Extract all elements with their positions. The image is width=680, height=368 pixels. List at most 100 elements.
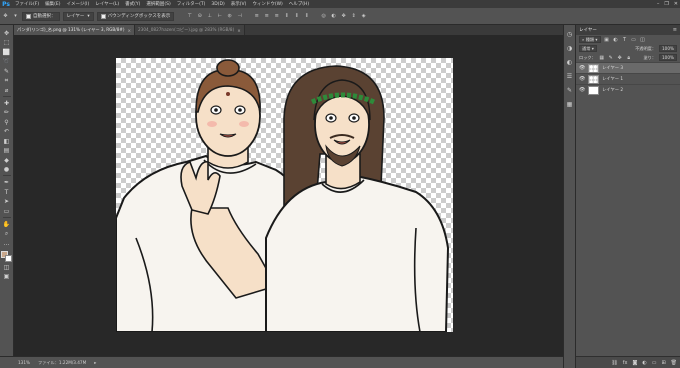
zoom-level[interactable]: 131% bbox=[18, 360, 30, 365]
pen-tool-icon[interactable]: ✒ bbox=[2, 179, 11, 187]
lock-transparency-icon[interactable]: ▦ bbox=[599, 55, 605, 61]
filter-smart-object-icon[interactable]: ◫ bbox=[640, 37, 646, 43]
eraser-tool-icon[interactable]: ◧ bbox=[2, 137, 11, 145]
opacity-input[interactable]: 100% bbox=[659, 45, 677, 52]
restore-icon[interactable]: ❐ bbox=[664, 1, 668, 7]
photoshop-logo[interactable]: Ps bbox=[0, 1, 12, 8]
align-vcenter-icon[interactable]: ⊝ bbox=[196, 13, 203, 20]
distribute-bottom-icon[interactable]: ≡ bbox=[273, 13, 280, 20]
auto-select-target-dropdown[interactable]: レイヤー ▾ bbox=[62, 11, 94, 21]
properties-icon[interactable]: ☰ bbox=[566, 72, 574, 80]
panel-menu-icon[interactable]: ≡ bbox=[673, 27, 677, 33]
transform-controls-checkbox[interactable]: バウンディングボックスを表示 bbox=[96, 11, 175, 21]
filter-shape-icon[interactable]: ▭ bbox=[631, 37, 637, 43]
move-tool-icon[interactable]: ✥ bbox=[2, 29, 11, 37]
eye-icon[interactable]: 👁︎ bbox=[579, 65, 585, 71]
fill-input[interactable]: 100% bbox=[659, 54, 677, 61]
lock-position-icon[interactable]: ✥ bbox=[617, 55, 623, 61]
3d-scale-icon[interactable]: ◈ bbox=[360, 13, 367, 20]
layer-row[interactable]: 👁︎ レイヤー 3 bbox=[576, 62, 680, 73]
link-layers-icon[interactable]: ⛓ bbox=[611, 360, 617, 366]
layers-panel-header[interactable]: レイヤー bbox=[576, 25, 680, 35]
menu-edit[interactable]: 編集(E) bbox=[42, 1, 63, 7]
filter-type-icon[interactable]: T bbox=[622, 37, 628, 43]
chevron-down-icon[interactable]: ▾ bbox=[12, 13, 19, 20]
blend-mode-dropdown[interactable]: 通常 ▾ bbox=[579, 45, 597, 52]
menu-layer[interactable]: レイヤー(L) bbox=[92, 1, 122, 7]
lock-paint-icon[interactable]: ✎ bbox=[608, 55, 614, 61]
move-tool-preset-icon[interactable]: ✥ bbox=[2, 13, 9, 20]
screen-mode-icon[interactable]: ▣ bbox=[2, 273, 11, 281]
menu-file[interactable]: ファイル(F) bbox=[12, 1, 42, 7]
menu-help[interactable]: ヘルプ(H) bbox=[286, 1, 312, 7]
brush-tool-icon[interactable]: ✏ bbox=[2, 109, 11, 117]
distribute-hcenter-icon[interactable]: ⦀ bbox=[293, 13, 300, 20]
close-tab-icon[interactable]: × bbox=[237, 28, 241, 33]
paths-icon[interactable]: ✎ bbox=[566, 86, 574, 94]
dodge-tool-icon[interactable]: ● bbox=[2, 166, 11, 174]
healing-brush-tool-icon[interactable]: ✚ bbox=[2, 99, 11, 107]
menu-image[interactable]: イメージ(I) bbox=[63, 1, 92, 7]
close-tab-icon[interactable]: × bbox=[128, 28, 132, 33]
lasso-tool-icon[interactable]: ➰ bbox=[2, 58, 11, 66]
eye-icon[interactable]: 👁︎ bbox=[579, 87, 585, 93]
distribute-right-icon[interactable]: ⦀ bbox=[303, 13, 310, 20]
chevron-right-icon[interactable]: ▸ bbox=[94, 360, 96, 365]
background-color-swatch[interactable] bbox=[5, 254, 12, 262]
quick-mask-icon[interactable]: ◫ bbox=[2, 263, 11, 271]
auto-select-checkbox[interactable]: 自動選択： bbox=[22, 11, 60, 21]
align-right-icon[interactable]: ⊣ bbox=[236, 13, 243, 20]
align-left-icon[interactable]: ⊢ bbox=[216, 13, 223, 20]
align-hcenter-icon[interactable]: ⦶ bbox=[226, 13, 233, 20]
artboard-tool-icon[interactable]: ⬚ bbox=[2, 39, 11, 47]
gradient-tool-icon[interactable]: ▤ bbox=[2, 147, 11, 155]
eye-icon[interactable]: 👁︎ bbox=[579, 76, 585, 82]
distribute-vcenter-icon[interactable]: ≡ bbox=[263, 13, 270, 20]
align-top-icon[interactable]: ⊤ bbox=[186, 13, 193, 20]
hand-tool-icon[interactable]: ✋ bbox=[2, 220, 11, 228]
layer-row[interactable]: 👁︎ レイヤー 2 bbox=[576, 84, 680, 95]
crop-tool-icon[interactable]: ⌗ bbox=[2, 77, 11, 85]
3d-slide-icon[interactable]: ⇕ bbox=[350, 13, 357, 20]
path-select-tool-icon[interactable]: ➤ bbox=[2, 198, 11, 206]
close-icon[interactable]: ✕ bbox=[674, 1, 678, 7]
marquee-tool-icon[interactable]: ⬜ bbox=[2, 48, 11, 56]
color-icon[interactable]: ◑ bbox=[566, 44, 574, 52]
menu-window[interactable]: ウィンドウ(W) bbox=[249, 1, 285, 7]
tab-document-2[interactable]: 2304_0827hazen(コピー).jpg @ 283% (RGB/8) × bbox=[135, 25, 245, 35]
add-mask-icon[interactable]: ◙ bbox=[632, 360, 637, 366]
3d-roll-icon[interactable]: ◐ bbox=[330, 13, 337, 20]
document-canvas[interactable] bbox=[116, 58, 453, 332]
adjustments-icon[interactable]: ◐ bbox=[566, 58, 574, 66]
filter-adjustment-icon[interactable]: ◐ bbox=[613, 37, 619, 43]
distribute-left-icon[interactable]: ⦀ bbox=[283, 13, 290, 20]
layer-kind-filter[interactable]: ⌕ 種類 ▾ bbox=[579, 36, 601, 43]
quick-select-tool-icon[interactable]: ✎ bbox=[2, 67, 11, 75]
zoom-tool-icon[interactable]: ⌕ bbox=[2, 230, 11, 238]
more-tools-icon[interactable]: … bbox=[2, 239, 11, 247]
clone-stamp-tool-icon[interactable]: ⚲ bbox=[2, 118, 11, 126]
blur-tool-icon[interactable]: ◆ bbox=[2, 156, 11, 164]
adjustment-layer-icon[interactable]: ◐ bbox=[642, 360, 646, 366]
menu-view[interactable]: 表示(V) bbox=[228, 1, 250, 7]
trash-icon[interactable]: 🗑︎ bbox=[671, 360, 677, 366]
type-tool-icon[interactable]: T bbox=[2, 188, 11, 196]
canvas-area[interactable] bbox=[14, 35, 563, 356]
minimize-icon[interactable]: – bbox=[657, 1, 660, 7]
distribute-top-icon[interactable]: ≡ bbox=[253, 13, 260, 20]
eyedropper-tool-icon[interactable]: ⌀ bbox=[2, 86, 11, 94]
filter-pixel-icon[interactable]: ▣ bbox=[604, 37, 610, 43]
history-brush-tool-icon[interactable]: ↶ bbox=[2, 128, 11, 136]
align-bottom-icon[interactable]: ⊥ bbox=[206, 13, 213, 20]
rectangle-tool-icon[interactable]: ▭ bbox=[2, 207, 11, 215]
3d-pan-icon[interactable]: ✥ bbox=[340, 13, 347, 20]
tab-document-1[interactable]: パンダ(リンゴ)_名.png @ 131% (レイヤー 3, RGB/8#) × bbox=[14, 25, 136, 35]
layer-style-icon[interactable]: fx bbox=[623, 360, 628, 366]
menu-filter[interactable]: フィルター(T) bbox=[174, 1, 209, 7]
lock-all-icon[interactable]: 🔒︎ bbox=[626, 55, 632, 61]
menu-select[interactable]: 選択範囲(S) bbox=[143, 1, 173, 7]
menu-3d[interactable]: 3D(D) bbox=[208, 2, 227, 7]
layer-row[interactable]: 👁︎ レイヤー 1 bbox=[576, 73, 680, 84]
history-icon[interactable]: ◷ bbox=[566, 30, 574, 38]
3d-orbit-icon[interactable]: ◎ bbox=[320, 13, 327, 20]
